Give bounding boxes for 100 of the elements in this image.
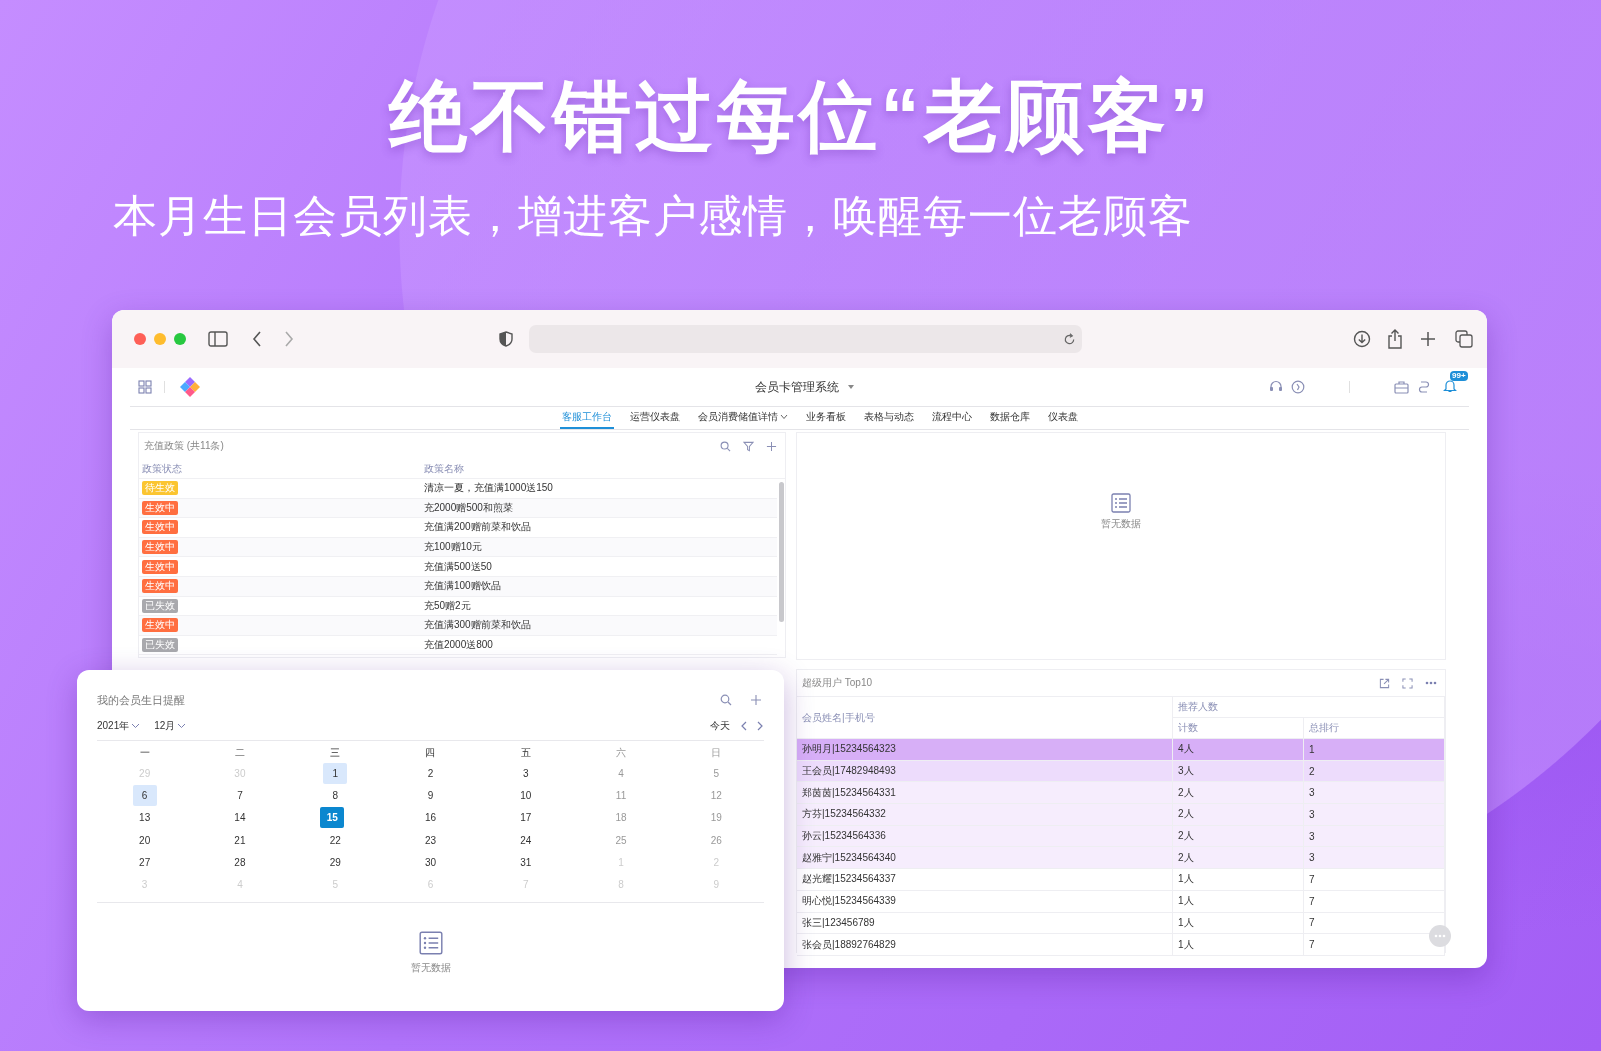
headset-icon[interactable] <box>1269 380 1283 394</box>
weekday-label: 日 <box>711 746 722 760</box>
card-title: 我的会员生日提醒 <box>97 692 185 708</box>
calendar-day[interactable]: 9 <box>418 784 443 806</box>
calendar-day[interactable]: 16 <box>418 807 443 829</box>
add-icon[interactable] <box>766 440 777 452</box>
nav-tab[interactable]: 业务看板 <box>803 407 848 429</box>
notification-badge: 99+ <box>1450 370 1468 381</box>
calendar-day[interactable]: 8 <box>323 784 348 806</box>
status-tag: 生效中 <box>142 520 178 535</box>
panel-title: 超级用户 Top10 <box>802 676 873 690</box>
calendar-day[interactable]: 23 <box>418 829 443 851</box>
nav-tab[interactable]: 表格与动态 <box>861 407 916 429</box>
empty-list-icon <box>1111 493 1131 513</box>
table-cell: 7 <box>1304 869 1445 891</box>
caret-icon[interactable] <box>177 723 187 729</box>
calendar-day[interactable]: 7 <box>227 784 252 806</box>
calendar-day[interactable]: 10 <box>513 784 538 806</box>
calendar-day[interactable]: 24 <box>513 829 538 851</box>
status-tag: 生效中 <box>142 540 178 555</box>
calendar-day[interactable]: 17 <box>513 807 538 829</box>
more-icon <box>1434 934 1446 938</box>
fullscreen-icon[interactable] <box>1402 677 1413 689</box>
table-cell: 方芬|15234564332 <box>797 804 1173 826</box>
headline: 绝不错过每位“老顾客” <box>387 71 1214 162</box>
shield-icon[interactable] <box>499 331 513 347</box>
column-header: 政策状态 <box>141 461 183 476</box>
table-cell-text: 充值2000送800 <box>424 638 494 653</box>
weekday-label: 三 <box>330 746 341 760</box>
weekday-label: 四 <box>425 746 436 760</box>
table-cell-text: 充值满200赠前菜和饮品 <box>424 520 532 535</box>
weekday-label: 六 <box>616 746 627 760</box>
table-cell: 2人 <box>1173 782 1304 805</box>
nav-tab[interactable]: 仪表盘 <box>1045 407 1080 429</box>
calendar-day[interactable]: 6 <box>132 784 157 806</box>
add-icon[interactable] <box>750 694 762 706</box>
open-external-icon[interactable] <box>1379 677 1390 689</box>
calendar-day[interactable]: 22 <box>323 829 348 851</box>
panel-title: 充值政策 (共11条) <box>144 439 224 453</box>
table-cell: 孙明月|15234564323 <box>797 739 1173 761</box>
nav-tab[interactable]: 会员消费储值详情 <box>695 407 790 429</box>
empty-message: 暂无数据 <box>410 960 451 975</box>
close-button[interactable] <box>134 333 146 345</box>
maximize-button[interactable] <box>174 333 186 345</box>
calendar-day[interactable]: 21 <box>227 829 252 851</box>
link-icon[interactable] <box>1417 380 1431 394</box>
caret-icon[interactable] <box>779 414 788 420</box>
briefcase-icon[interactable] <box>1394 380 1409 394</box>
calendar-day[interactable]: 3 <box>513 762 538 784</box>
search-icon[interactable] <box>720 440 731 452</box>
empty-message: 暂无数据 <box>1101 517 1141 531</box>
month-select[interactable]: 12月 <box>154 719 187 733</box>
column-header: 推荐人数 <box>1173 697 1445 718</box>
weekday-label: 一 <box>139 746 150 760</box>
table-cell-text: 充值满300赠前菜和饮品 <box>424 618 532 633</box>
app-title[interactable]: 会员卡管理系统 <box>755 378 839 396</box>
apps-grid-icon[interactable] <box>138 380 152 394</box>
reload-icon[interactable] <box>1063 332 1076 346</box>
today-button[interactable]: 今天 <box>710 719 730 733</box>
calendar-day[interactable]: 31 <box>513 851 538 873</box>
calendar-day[interactable]: 30 <box>418 851 443 873</box>
notification-bell-icon[interactable] <box>1443 377 1457 393</box>
forward-icon[interactable] <box>284 331 294 347</box>
sidebar-icon[interactable] <box>208 331 228 347</box>
more-icon[interactable] <box>1425 681 1437 685</box>
caret-icon[interactable] <box>847 384 855 390</box>
calendar-day[interactable]: 28 <box>227 851 252 873</box>
previous-icon[interactable] <box>740 721 748 731</box>
table-cell-text: 充100赠10元 <box>424 540 483 555</box>
nav-tab[interactable]: 运营仪表盘 <box>627 407 682 429</box>
back-icon[interactable] <box>252 331 262 347</box>
next-icon[interactable] <box>756 721 764 731</box>
share-icon[interactable] <box>1387 329 1403 349</box>
nav-tab[interactable]: 数据仓库 <box>987 407 1032 429</box>
clock-icon[interactable] <box>1291 380 1305 394</box>
scrollbar[interactable] <box>778 482 784 622</box>
download-icon[interactable] <box>1353 330 1371 348</box>
nav-tab[interactable]: 流程中心 <box>929 407 974 429</box>
status-tag: 生效中 <box>142 500 178 515</box>
table-cell: 3 <box>1304 782 1445 805</box>
table-cell: 郑茵茵|15234564331 <box>797 782 1173 805</box>
year-select[interactable]: 2021年 <box>97 719 141 733</box>
table-cell: 赵光耀|15234564337 <box>797 869 1173 891</box>
caret-icon[interactable] <box>131 723 141 729</box>
search-icon[interactable] <box>720 694 732 706</box>
tabs-overview-icon[interactable] <box>1455 330 1473 348</box>
calendar-day[interactable]: 15 <box>320 807 345 829</box>
table-cell-text: 充50赠2元 <box>424 598 472 613</box>
calendar-day[interactable]: 27 <box>132 851 157 873</box>
calendar-day[interactable]: 2 <box>418 762 443 784</box>
filter-icon[interactable] <box>743 440 754 452</box>
nav-tab[interactable]: 客服工作台 <box>559 407 614 429</box>
calendar-day[interactable]: 13 <box>132 807 157 829</box>
table-cell: 2人 <box>1173 847 1304 870</box>
calendar-day[interactable]: 14 <box>227 807 252 829</box>
calendar-day[interactable]: 1 <box>323 762 348 784</box>
calendar-day[interactable]: 29 <box>323 851 348 873</box>
status-tag: 生效中 <box>142 579 178 594</box>
calendar-day[interactable]: 20 <box>132 829 157 851</box>
new-tab-icon[interactable] <box>1420 331 1436 347</box>
